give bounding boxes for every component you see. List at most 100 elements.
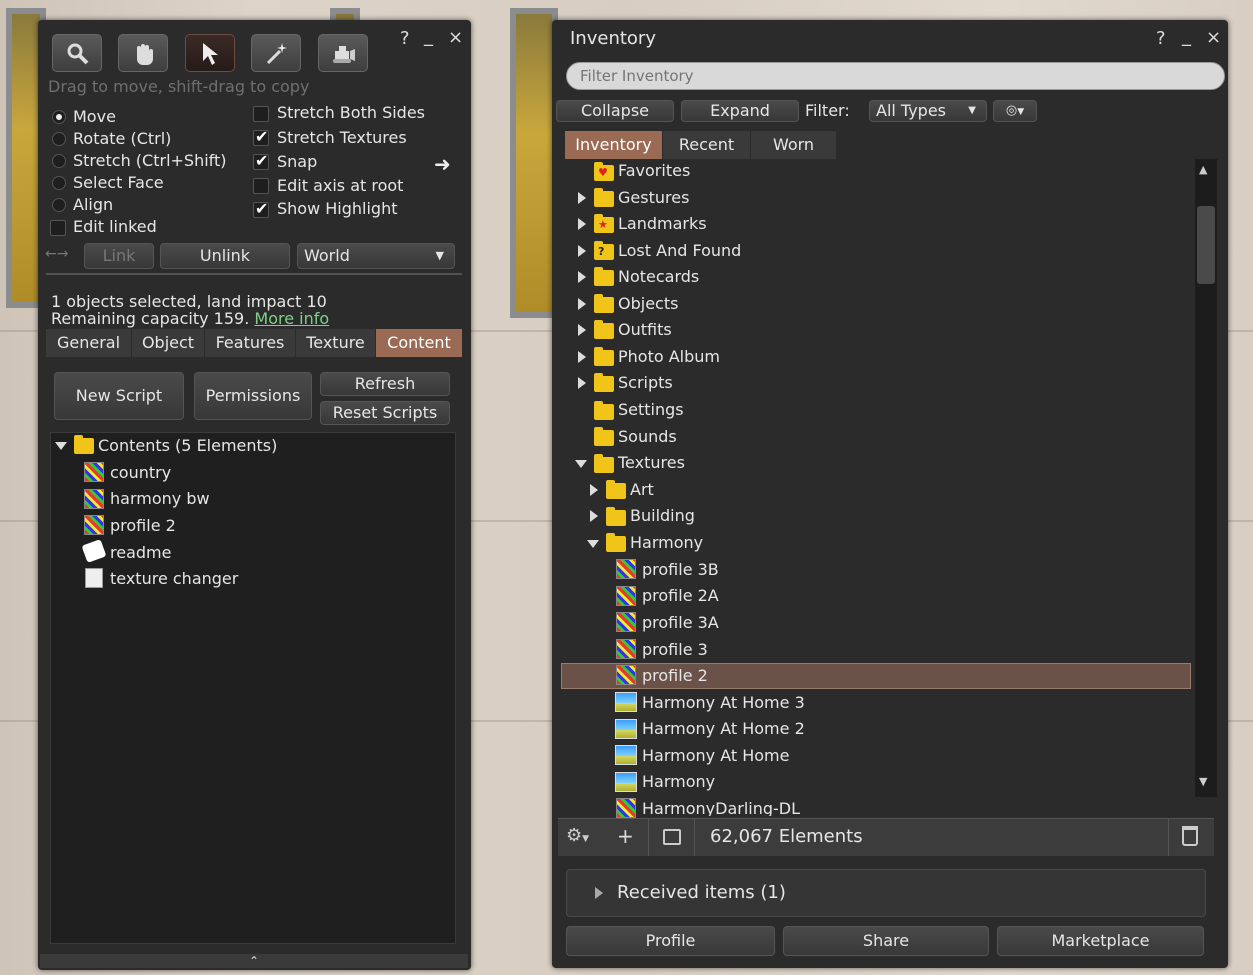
link-button[interactable]: Link xyxy=(84,243,154,269)
folder-textures[interactable]: Textures xyxy=(618,450,685,476)
unlink-button[interactable]: Unlink xyxy=(160,243,290,269)
align-radio[interactable] xyxy=(52,198,66,212)
filter-type-dropdown[interactable]: All Types ▼ xyxy=(869,100,987,122)
inventory-item[interactable]: HarmonyDarling-DL xyxy=(642,796,800,816)
marketplace-button[interactable]: Marketplace xyxy=(997,926,1204,956)
gear-icon[interactable]: ⚙▼ xyxy=(566,825,589,846)
more-info-link[interactable]: More info xyxy=(254,309,329,328)
stretch-both-sides-checkbox[interactable] xyxy=(253,106,269,122)
inventory-item[interactable]: Harmony At Home 2 xyxy=(642,716,805,742)
refresh-button[interactable]: Refresh xyxy=(320,372,450,396)
scrollbar-thumb[interactable] xyxy=(1197,206,1215,284)
expand-triangle-icon[interactable] xyxy=(578,192,586,204)
content-item[interactable]: country xyxy=(110,460,171,486)
ruler-mode-value: World xyxy=(304,246,350,265)
expand-triangle-icon[interactable] xyxy=(590,510,598,522)
expand-triangle-icon[interactable] xyxy=(578,377,586,389)
view-options-button[interactable]: ◎▼ xyxy=(993,100,1037,122)
arrow-right-icon[interactable]: ➜ xyxy=(434,152,451,176)
help-icon[interactable]: ? xyxy=(400,28,410,49)
expand-triangle-icon[interactable] xyxy=(578,218,586,230)
folder-photo-album[interactable]: Photo Album xyxy=(618,344,720,370)
content-item[interactable]: readme xyxy=(110,540,171,566)
new-script-button[interactable]: New Script xyxy=(54,372,184,420)
folder-harmony[interactable]: Harmony xyxy=(630,530,703,556)
received-items-accordion[interactable]: Received items (1) xyxy=(566,869,1206,917)
inventory-item[interactable]: Harmony xyxy=(642,769,715,795)
tab-worn[interactable]: Worn xyxy=(751,131,837,159)
inventory-item[interactable]: Harmony At Home 3 xyxy=(642,690,805,716)
tab-texture[interactable]: Texture xyxy=(296,329,376,357)
tab-object[interactable]: Object xyxy=(132,329,205,357)
collapse-triangle-icon[interactable] xyxy=(55,442,67,450)
tab-recent[interactable]: Recent xyxy=(663,131,751,159)
collapse-button[interactable]: Collapse xyxy=(556,100,674,122)
collapse-triangle-icon[interactable] xyxy=(587,540,599,548)
folder-art[interactable]: Art xyxy=(630,477,654,503)
edit-axis-at-root-checkbox[interactable] xyxy=(253,178,269,194)
tab-general[interactable]: General xyxy=(46,329,132,357)
folder-favorites[interactable]: Favorites xyxy=(618,158,690,184)
reset-scripts-button[interactable]: Reset Scripts xyxy=(320,401,450,425)
folder-settings[interactable]: Settings xyxy=(618,397,684,423)
inventory-item[interactable]: profile 3 xyxy=(642,637,708,663)
focus-tool-button[interactable] xyxy=(52,34,102,72)
select-face-radio[interactable] xyxy=(52,176,66,190)
expand-triangle-icon[interactable] xyxy=(578,298,586,310)
expand-triangle-icon[interactable] xyxy=(578,324,586,336)
inventory-item-selected[interactable]: profile 2 xyxy=(642,663,708,689)
tab-inventory[interactable]: Inventory xyxy=(565,131,663,159)
close-icon[interactable]: × xyxy=(1206,27,1221,48)
inventory-item[interactable]: Harmony At Home xyxy=(642,743,789,769)
content-item[interactable]: texture changer xyxy=(110,566,238,592)
share-button[interactable]: Share xyxy=(783,926,989,956)
minimize-button[interactable]: _ xyxy=(424,26,433,47)
collapse-triangle-icon[interactable] xyxy=(575,460,587,468)
content-item[interactable]: harmony bw xyxy=(110,486,210,512)
tab-features[interactable]: Features xyxy=(205,329,296,357)
expand-button[interactable]: Expand xyxy=(681,100,799,122)
trash-icon[interactable] xyxy=(1182,826,1198,846)
expand-up-icon[interactable]: ⌃ xyxy=(40,954,468,968)
edit-linked-checkbox[interactable] xyxy=(50,220,66,236)
tab-content[interactable]: Content xyxy=(376,329,463,357)
new-folder-icon[interactable] xyxy=(663,829,681,845)
rotate-radio[interactable] xyxy=(52,132,66,146)
inventory-item[interactable]: profile 3A xyxy=(642,610,719,636)
folder-notecards[interactable]: Notecards xyxy=(618,264,699,290)
snap-checkbox[interactable] xyxy=(253,151,269,170)
expand-triangle-icon[interactable] xyxy=(578,245,586,257)
help-icon[interactable]: ? xyxy=(1156,28,1166,49)
filter-inventory-input[interactable] xyxy=(566,62,1225,90)
folder-landmarks[interactable]: Landmarks xyxy=(618,211,707,237)
expand-triangle-icon[interactable] xyxy=(578,271,586,283)
expand-triangle-icon[interactable] xyxy=(578,351,586,363)
profile-button[interactable]: Profile xyxy=(566,926,775,956)
inventory-item[interactable]: profile 3B xyxy=(642,557,719,583)
move-tool-button[interactable] xyxy=(118,34,168,72)
scroll-down-icon[interactable]: ▼ xyxy=(1199,775,1207,788)
close-icon[interactable]: × xyxy=(448,27,463,48)
folder-lost-and-found[interactable]: Lost And Found xyxy=(618,238,741,264)
inventory-item[interactable]: profile 2A xyxy=(642,583,719,609)
folder-outfits[interactable]: Outfits xyxy=(618,317,672,343)
scroll-up-icon[interactable]: ▲ xyxy=(1199,163,1207,176)
add-icon[interactable]: + xyxy=(617,824,634,848)
expand-triangle-icon[interactable] xyxy=(590,484,598,496)
minimize-button[interactable]: _ xyxy=(1182,26,1191,47)
stretch-textures-checkbox[interactable] xyxy=(253,127,269,146)
ruler-mode-dropdown[interactable]: World ▼ xyxy=(297,243,455,269)
folder-sounds[interactable]: Sounds xyxy=(618,424,677,450)
stretch-radio[interactable] xyxy=(52,154,66,168)
land-tool-button[interactable] xyxy=(318,34,368,72)
create-tool-button[interactable] xyxy=(251,34,301,72)
folder-building[interactable]: Building xyxy=(630,503,695,529)
move-radio[interactable] xyxy=(52,110,66,124)
content-item[interactable]: profile 2 xyxy=(110,513,176,539)
folder-scripts[interactable]: Scripts xyxy=(618,370,673,396)
folder-gestures[interactable]: Gestures xyxy=(618,185,689,211)
folder-objects[interactable]: Objects xyxy=(618,291,678,317)
edit-tool-button[interactable] xyxy=(185,34,235,72)
permissions-button[interactable]: Permissions xyxy=(194,372,312,420)
show-highlight-checkbox[interactable] xyxy=(253,199,269,218)
